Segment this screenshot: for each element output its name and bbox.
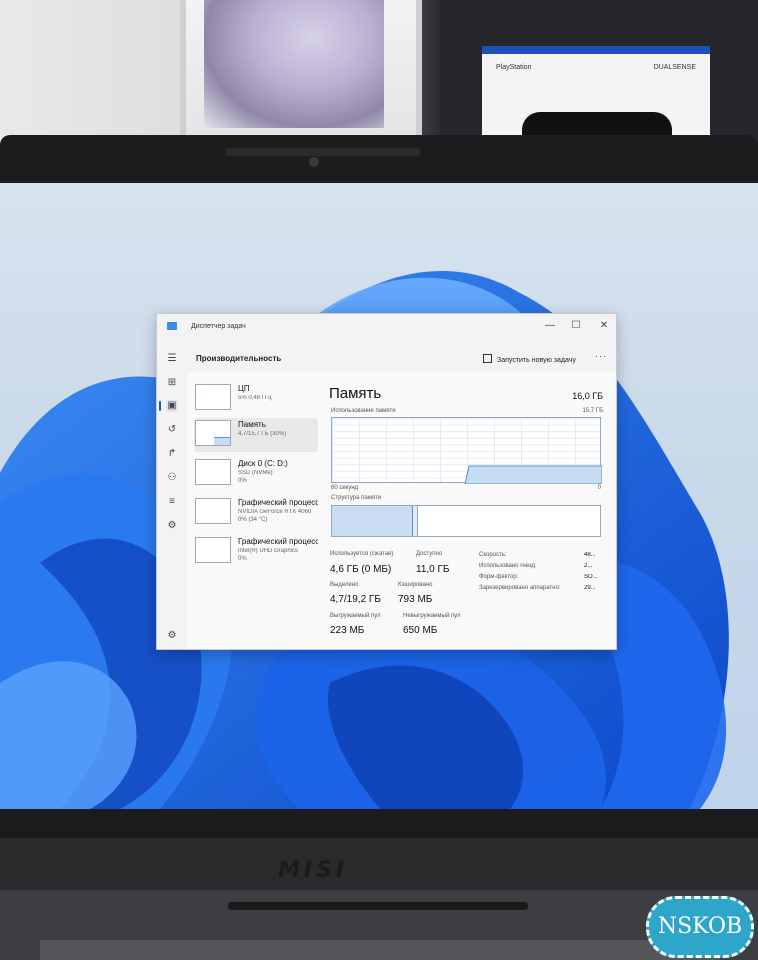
- paged-pool-label: Выгружаемый пул: [330, 613, 381, 619]
- device-usage: 0%: [238, 556, 247, 562]
- form-factor-label: Форм-фактор:: [479, 574, 519, 580]
- services-icon[interactable]: ⚙: [166, 520, 178, 532]
- memory-title: Память: [329, 385, 382, 402]
- device-name: Диск 0 (C: D:): [238, 459, 288, 468]
- device-name: Графический процессор 1: [238, 537, 318, 546]
- details-icon[interactable]: ≡: [166, 496, 178, 508]
- device-detail: SSD (NVMe): [238, 470, 273, 476]
- device-name: Память: [238, 420, 266, 429]
- nonpaged-pool-label: Невыгружаемый пул: [403, 613, 461, 619]
- cpu-thumbnail: [195, 384, 231, 410]
- task-manager-window: Диспетчер задач — ☐ ✕ ☰ ⊞ ▣ ↺ ↱ ⚇ ≡ ⚙ ⚙ …: [156, 313, 617, 650]
- form-factor-value: SO...: [584, 574, 598, 580]
- memory-thumbnail: [195, 420, 231, 446]
- cached-value: 793 МБ: [398, 594, 433, 605]
- run-task-icon: [483, 354, 492, 363]
- keyboard-edge: [40, 940, 720, 960]
- product-box: [180, 0, 422, 140]
- startup-icon[interactable]: ↱: [166, 448, 178, 460]
- usage-graph-label: Использование памяти: [331, 408, 396, 414]
- close-button[interactable]: ✕: [593, 318, 615, 334]
- hinge-slot: [228, 902, 528, 910]
- speed-label: Скорость:: [479, 552, 507, 558]
- disk-thumbnail: [195, 459, 231, 485]
- slots-label: Использовано гнезд:: [479, 563, 537, 569]
- device-usage: 0%: [238, 478, 247, 484]
- slots-value: 2...: [584, 563, 593, 569]
- device-detail: Intel(R) UHD Graphics: [238, 548, 299, 554]
- memory-thumb-fill: [214, 437, 230, 445]
- app-history-icon[interactable]: ↺: [166, 424, 178, 436]
- device-detail: 5% 0,48 ГГц: [238, 395, 272, 401]
- section-title: Производительность: [196, 354, 282, 363]
- ps-box-label: PlayStation: [496, 64, 532, 71]
- device-detail: 4,7/15,7 ГБ (30%): [238, 431, 287, 437]
- device-detail: NVIDIA GeForce RTX 4060: [238, 509, 312, 515]
- users-icon[interactable]: ⚇: [166, 472, 178, 484]
- memory-structure-bar: [331, 505, 601, 537]
- memory-usage-graph: [331, 417, 602, 484]
- graph-axis-right: 0: [597, 485, 601, 491]
- usage-graph-svg: [464, 465, 602, 484]
- watermark-badge: NSKOB: [646, 896, 754, 958]
- run-new-task-button[interactable]: Запустить новую задачу: [483, 354, 576, 364]
- brand-logo: MISI: [278, 858, 349, 883]
- camera-strip: [225, 148, 420, 156]
- device-usage: 0% (34 °C): [238, 517, 268, 523]
- structure-in-use: [332, 506, 413, 536]
- usage-graph-max: 15,7 ГБ: [582, 408, 603, 414]
- device-cpu[interactable]: ЦП 5% 0,48 ГГц: [194, 382, 318, 416]
- speed-value: 48...: [584, 552, 596, 558]
- settings-icon[interactable]: ⚙: [166, 630, 178, 642]
- nonpaged-pool-value: 650 МБ: [403, 625, 438, 636]
- in-use-label: Используется (сжатая): [330, 551, 394, 557]
- window-title: Диспетчер задач: [191, 323, 246, 330]
- gpu0-thumbnail: [195, 498, 231, 524]
- committed-label: Выделено: [330, 582, 359, 588]
- menu-icon[interactable]: ☰: [166, 353, 178, 365]
- paged-pool-value: 223 МБ: [330, 625, 365, 636]
- reserved-value: 29...: [584, 585, 596, 591]
- structure-label: Структура памяти: [331, 495, 382, 501]
- in-use-value: 4,6 ГБ (0 МБ): [330, 564, 392, 575]
- ps-box-label-right: DUALSENSE: [653, 64, 696, 71]
- device-gpu0[interactable]: Графический процессор 0 NVIDIA GeForce R…: [194, 496, 318, 530]
- more-options-button[interactable]: ···: [595, 351, 607, 361]
- cached-label: Кэшировано: [398, 582, 433, 588]
- device-memory[interactable]: Память 4,7/15,7 ГБ (30%): [194, 418, 318, 452]
- processes-icon[interactable]: ⊞: [166, 377, 178, 389]
- performance-icon[interactable]: ▣: [166, 400, 178, 412]
- device-name: ЦП: [238, 384, 250, 393]
- memory-total: 16,0 ГБ: [572, 391, 603, 401]
- usage-area: [464, 465, 602, 484]
- device-disk[interactable]: Диск 0 (C: D:) SSD (NVMe) 0%: [194, 457, 318, 491]
- committed-value: 4,7/19,2 ГБ: [330, 594, 381, 605]
- product-box-art: [204, 0, 384, 128]
- title-bar: Диспетчер задач — ☐ ✕: [157, 314, 616, 338]
- run-task-label: Запустить новую задачу: [497, 357, 576, 364]
- nav-rail: ☰ ⊞ ▣ ↺ ↱ ⚇ ≡ ⚙ ⚙: [157, 344, 187, 649]
- gpu1-thumbnail: [195, 537, 231, 563]
- webcam: [309, 157, 319, 167]
- structure-modified: [413, 506, 418, 536]
- device-gpu1[interactable]: Графический процессор 1 Intel(R) UHD Gra…: [194, 535, 318, 569]
- active-indicator: [159, 401, 161, 411]
- available-value: 11,0 ГБ: [416, 564, 450, 575]
- task-manager-icon: [167, 322, 177, 330]
- minimize-button[interactable]: —: [539, 318, 561, 334]
- reserved-label: Зарезервировано аппаратно:: [479, 585, 561, 591]
- graph-axis-left: 60 секунд: [331, 485, 359, 491]
- maximize-button[interactable]: ☐: [565, 318, 587, 334]
- available-label: Доступно: [416, 551, 443, 557]
- device-name: Графический процессор 0: [238, 498, 318, 507]
